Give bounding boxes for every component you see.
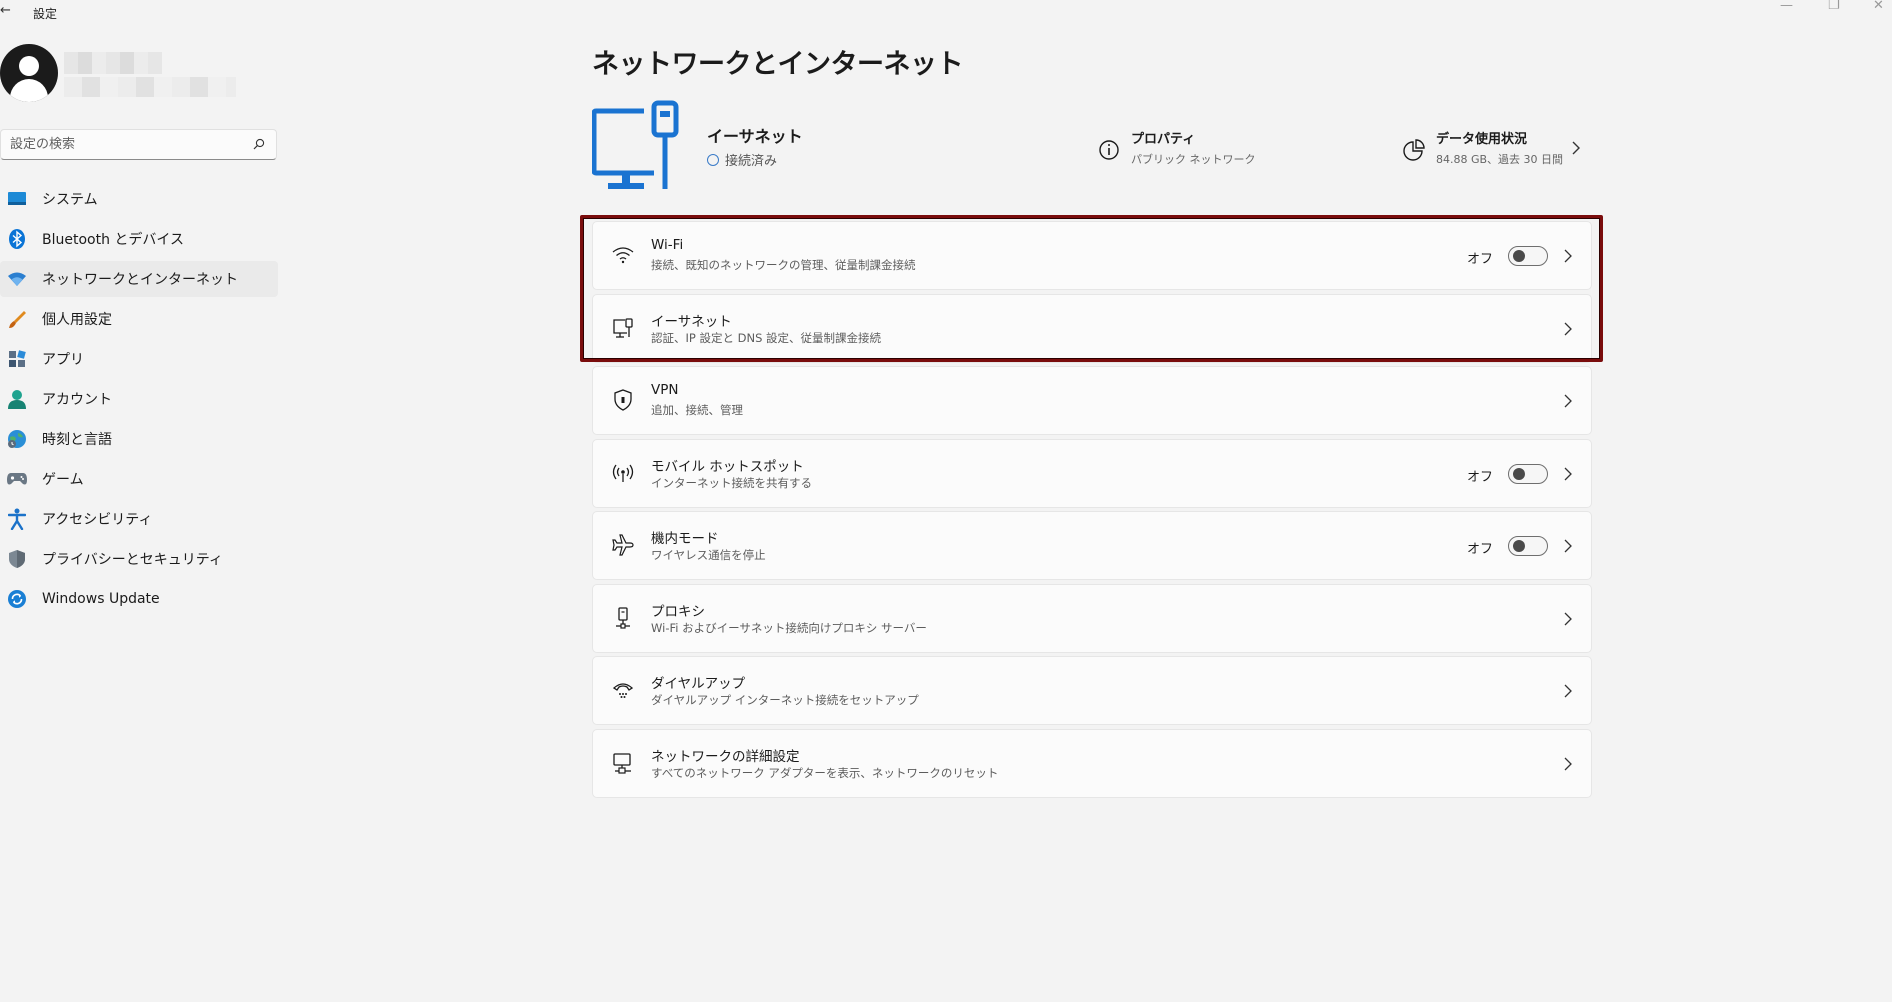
wifi-icon <box>611 243 635 267</box>
close-button[interactable]: ✕ <box>1873 0 1884 13</box>
gamepad-icon <box>6 468 28 490</box>
row-title: Wi-Fi <box>651 237 684 253</box>
chevron-right-icon <box>1561 754 1575 774</box>
dialup-row[interactable]: ダイヤルアップ ダイヤルアップ インターネット接続をセットアップ <box>592 656 1592 725</box>
sidebar-item-gaming[interactable]: ゲーム <box>0 461 278 497</box>
account-icon <box>6 388 28 410</box>
data-usage-link[interactable]: データ使用状況 84.88 GB、過去 30 日間 <box>1402 128 1563 167</box>
chevron-right-icon <box>1561 246 1575 266</box>
brush-icon <box>6 308 28 330</box>
shield-icon <box>6 548 28 570</box>
sidebar-item-network[interactable]: ネットワークとインターネット <box>0 261 278 297</box>
airplane-mode-toggle[interactable] <box>1508 536 1548 556</box>
airplane-mode-row[interactable]: 機内モード ワイヤレス通信を停止 オフ <box>592 511 1592 580</box>
mobile-hotspot-toggle[interactable] <box>1508 463 1548 484</box>
advanced-network-icon <box>611 751 635 775</box>
row-title: イーサネット <box>651 313 732 330</box>
chevron-right-icon <box>1561 391 1575 411</box>
properties-link[interactable]: プロパティ パブリック ネットワーク <box>1097 128 1256 167</box>
back-arrow-icon[interactable]: ← <box>0 3 14 19</box>
sidebar-item-bluetooth[interactable]: Bluetooth とデバイス <box>0 221 278 257</box>
row-subtitle: 追加、接続、管理 <box>651 403 743 417</box>
ethernet-row[interactable]: イーサネット 認証、IP 設定と DNS 設定、従量制課金接続 <box>592 293 1592 363</box>
chevron-right-icon <box>1561 536 1575 556</box>
row-subtitle: ワイヤレス通信を停止 <box>651 548 766 562</box>
row-subtitle: インターネット接続を共有する <box>651 475 812 490</box>
ethernet-monitor-icon <box>592 100 679 189</box>
row-subtitle: 接続、既知のネットワークの管理、従量制課金接続 <box>651 258 916 272</box>
row-subtitle: Wi-Fi およびイーサネット接続向けプロキシ サーバー <box>651 620 927 635</box>
user-name-redacted <box>64 52 162 74</box>
row-title: 機内モード <box>651 531 719 547</box>
pie-chart-icon <box>1403 139 1425 161</box>
title-bar: ← 設定 — ❐ ✕ <box>0 0 1892 24</box>
toggle-state-label: オフ <box>1466 469 1493 485</box>
page-title: ネットワークとインターネット <box>592 49 964 80</box>
time-language-icon <box>6 428 28 450</box>
windows-update-icon <box>6 588 28 610</box>
sidebar-item-personalization[interactable]: 個人用設定 <box>0 301 278 337</box>
connection-status: 接続済み <box>707 150 777 169</box>
row-title: プロキシ <box>651 603 705 620</box>
settings-list: Wi-Fi 接続、既知のネットワークの管理、従量制課金接続 オフ イーサネット … <box>592 221 1592 801</box>
properties-subtitle: パブリック ネットワーク <box>1131 153 1256 166</box>
sidebar-item-accessibility[interactable]: アクセシビリティ <box>0 501 278 537</box>
app-title: 設定 <box>33 7 58 21</box>
connection-status-label: 接続済み <box>725 154 778 169</box>
user-email-redacted <box>64 77 236 97</box>
sidebar-item-privacy[interactable]: プライバシーとセキュリティ <box>0 541 278 577</box>
info-icon <box>1099 140 1119 160</box>
search-icon[interactable] <box>253 138 265 150</box>
sidebar-item-time-language[interactable]: 時刻と言語 <box>0 421 278 457</box>
maximize-button[interactable]: ❐ <box>1828 0 1840 13</box>
row-title: ネットワークの詳細設定 <box>651 748 800 765</box>
globe-icon <box>707 153 719 166</box>
system-icon <box>6 188 28 210</box>
chevron-right-icon <box>1561 681 1575 701</box>
wifi-toggle[interactable] <box>1508 246 1548 266</box>
chevron-right-icon <box>1561 609 1575 629</box>
proxy-row[interactable]: プロキシ Wi-Fi およびイーサネット接続向けプロキシ サーバー <box>592 583 1592 653</box>
toggle-state-label: オフ <box>1466 542 1493 557</box>
row-subtitle: 認証、IP 設定と DNS 設定、従量制課金接続 <box>651 330 882 345</box>
sidebar-nav: システム Bluetooth とデバイス ネットワークとインターネット 個人用設… <box>0 181 278 621</box>
dialup-icon <box>611 678 635 702</box>
row-title: ダイヤルアップ <box>651 676 746 692</box>
sidebar-item-accounts[interactable]: アカウント <box>0 381 278 417</box>
data-usage-subtitle: 84.88 GB、過去 30 日間 <box>1436 153 1564 166</box>
row-title: モバイル ホットスポット <box>651 458 804 475</box>
apps-icon <box>6 348 28 370</box>
data-usage-title: データ使用状況 <box>1436 132 1528 147</box>
wifi-row[interactable]: Wi-Fi 接続、既知のネットワークの管理、従量制課金接続 オフ <box>592 221 1592 290</box>
row-title: VPN <box>651 382 679 398</box>
network-wifi-icon <box>6 268 28 290</box>
chevron-right-icon <box>1561 464 1575 484</box>
mobile-hotspot-row[interactable]: モバイル ホットスポット インターネット接続を共有する オフ <box>592 438 1592 508</box>
row-subtitle: すべてのネットワーク アダプターを表示、ネットワークのリセット <box>651 765 999 780</box>
bluetooth-icon <box>6 228 28 250</box>
airplane-icon <box>611 533 635 557</box>
proxy-icon <box>611 606 635 630</box>
vpn-shield-icon <box>611 388 635 412</box>
chevron-right-icon <box>1561 319 1575 339</box>
hotspot-icon <box>611 461 635 485</box>
search-box[interactable] <box>0 129 277 160</box>
toggle-state-label: オフ <box>1466 252 1493 267</box>
vpn-row[interactable]: VPN 追加、接続、管理 <box>592 366 1592 435</box>
sidebar-item-apps[interactable]: アプリ <box>0 341 278 377</box>
sidebar-item-windows-update[interactable]: Windows Update <box>0 581 278 617</box>
search-input[interactable] <box>1 130 241 159</box>
accessibility-icon <box>6 508 28 530</box>
avatar[interactable] <box>0 44 58 102</box>
minimize-button[interactable]: — <box>1780 0 1793 13</box>
sidebar-item-system[interactable]: システム <box>0 181 278 217</box>
advanced-network-row[interactable]: ネットワークの詳細設定 すべてのネットワーク アダプターを表示、ネットワークのリ… <box>592 728 1592 798</box>
connection-name: イーサネット <box>707 127 803 146</box>
chevron-right-icon[interactable] <box>1571 140 1581 156</box>
properties-title: プロパティ <box>1131 132 1196 147</box>
ethernet-icon <box>611 316 635 340</box>
row-subtitle: ダイヤルアップ インターネット接続をセットアップ <box>651 693 919 707</box>
